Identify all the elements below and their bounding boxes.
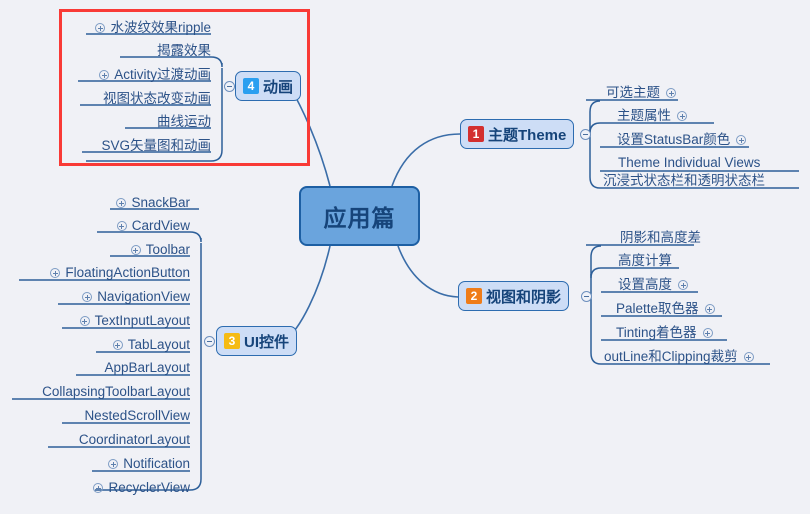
leaf-ui-5[interactable]: TextInputLayout: [79, 310, 190, 332]
branch-label-theme: 主题Theme: [488, 126, 567, 144]
leaf-shadow-4[interactable]: Tinting着色器: [616, 322, 713, 344]
leaf-shadow-2[interactable]: 设置高度: [618, 274, 688, 296]
leaf-label: Palette取色器: [616, 301, 699, 317]
expand-plus-icon[interactable]: [704, 304, 715, 314]
leaf-theme-2[interactable]: 设置StatusBar颜色: [617, 129, 747, 151]
leaf-shadow-1[interactable]: 高度计算: [618, 250, 672, 272]
expand-plus-icon[interactable]: [93, 483, 104, 493]
leaf-theme-0[interactable]: 可选主题: [606, 82, 676, 104]
leaf-label: Notification: [123, 456, 190, 472]
expand-plus-icon[interactable]: [108, 459, 119, 469]
leaf-label: 揭露效果: [157, 43, 211, 59]
leaf-label: AppBarLayout: [104, 360, 190, 376]
toggle-theme[interactable]: [580, 129, 591, 140]
leaf-label: 沉浸式状态栏和透明状态栏: [603, 173, 765, 189]
expand-plus-icon[interactable]: [666, 88, 676, 98]
leaf-label: 曲线运动: [157, 114, 211, 130]
leaf-anim-1[interactable]: 揭露效果: [157, 40, 211, 62]
leaf-anim-4[interactable]: 曲线运动: [157, 111, 211, 133]
branch-node-theme[interactable]: 1 主题Theme: [460, 119, 575, 149]
leaf-ui-3[interactable]: FloatingActionButton: [50, 262, 190, 284]
expand-plus-icon[interactable]: [116, 221, 127, 231]
leaf-ui-2[interactable]: Toolbar: [130, 239, 190, 261]
leaf-label: outLine和Clipping裁剪: [604, 349, 738, 365]
expand-plus-icon[interactable]: [50, 268, 61, 278]
leaf-label: CardView: [131, 218, 190, 234]
toggle-ui-widgets[interactable]: [204, 336, 215, 347]
root-node[interactable]: 应用篇: [299, 186, 420, 246]
root-node-label: 应用篇: [323, 205, 396, 231]
leaf-ui-11[interactable]: Notification: [108, 453, 190, 475]
expand-plus-icon[interactable]: [112, 340, 123, 350]
expand-plus-icon[interactable]: [95, 23, 106, 33]
leaf-label: 设置StatusBar颜色: [617, 132, 731, 148]
leaf-label: Toolbar: [145, 242, 190, 258]
expand-plus-icon[interactable]: [79, 316, 90, 326]
leaf-label: CoordinatorLayout: [78, 432, 190, 448]
expand-plus-icon[interactable]: [678, 280, 688, 290]
expand-plus-icon[interactable]: [116, 198, 127, 208]
expand-plus-icon[interactable]: [99, 70, 110, 80]
leaf-shadow-0[interactable]: 阴影和高度差: [620, 227, 701, 249]
toggle-view-shadow[interactable]: [581, 291, 592, 302]
leaf-label: Activity过渡动画: [114, 67, 211, 83]
leaf-label: NavigationView: [97, 289, 190, 305]
leaf-label: 设置高度: [618, 277, 672, 293]
leaf-anim-2[interactable]: Activity过渡动画: [99, 64, 211, 86]
leaf-label: SnackBar: [131, 195, 190, 211]
branch-node-animation[interactable]: 4 动画: [235, 71, 302, 101]
leaf-label: 水波纹效果ripple: [110, 20, 211, 36]
branch-label-ui-widgets: UI控件: [244, 333, 290, 351]
leaf-ui-12[interactable]: RecyclerView: [93, 477, 190, 499]
leaf-ui-1[interactable]: CardView: [116, 215, 190, 237]
leaf-label: Tinting着色器: [616, 325, 697, 341]
leaf-anim-5[interactable]: SVG矢量图和动画: [101, 135, 211, 157]
branch-label-view-shadow: 视图和阴影: [486, 288, 562, 306]
leaf-shadow-3[interactable]: Palette取色器: [616, 298, 715, 320]
leaf-label: 可选主题: [606, 85, 660, 101]
expand-plus-icon[interactable]: [736, 135, 747, 145]
leaf-label: SVG矢量图和动画: [101, 138, 211, 154]
leaf-label: 主题属性: [617, 108, 671, 124]
leaf-label: Theme Individual Views: [618, 155, 761, 171]
branch-badge-3: 3: [224, 333, 240, 349]
expand-plus-icon[interactable]: [82, 292, 93, 302]
leaf-ui-4[interactable]: NavigationView: [82, 286, 190, 308]
leaf-ui-6[interactable]: TabLayout: [112, 334, 190, 356]
expand-plus-icon[interactable]: [702, 328, 713, 338]
leaf-theme-4[interactable]: 沉浸式状态栏和透明状态栏: [603, 170, 765, 192]
expand-plus-icon[interactable]: [130, 245, 141, 255]
branch-node-ui-widgets[interactable]: 3 UI控件: [216, 326, 298, 356]
leaf-shadow-5[interactable]: outLine和Clipping裁剪: [604, 346, 754, 368]
leaf-label: 高度计算: [618, 253, 672, 269]
leaf-ui-9[interactable]: NestedScrollView: [84, 405, 190, 427]
leaf-ui-7[interactable]: AppBarLayout: [104, 357, 190, 379]
branch-badge-4: 4: [243, 78, 259, 94]
leaf-label: TextInputLayout: [94, 313, 190, 329]
leaf-label: FloatingActionButton: [65, 265, 190, 281]
leaf-label: 视图状态改变动画: [103, 91, 211, 107]
leaf-ui-10[interactable]: CoordinatorLayout: [79, 429, 190, 451]
leaf-theme-1[interactable]: 主题属性: [617, 105, 687, 127]
leaf-label: 阴影和高度差: [620, 230, 701, 246]
leaf-anim-0[interactable]: 水波纹效果ripple: [95, 17, 211, 39]
branch-label-animation: 动画: [263, 78, 294, 96]
branch-badge-1: 1: [468, 126, 484, 142]
leaf-label: RecyclerView: [108, 480, 190, 496]
mindmap-canvas: 应用篇 1 主题Theme 可选主题 主题属性 设置StatusBar颜色 Th…: [0, 0, 810, 514]
leaf-anim-3[interactable]: 视图状态改变动画: [103, 88, 211, 110]
leaf-label: CollapsingToolbarLayout: [42, 384, 190, 400]
branch-node-view-shadow[interactable]: 2 视图和阴影: [458, 281, 570, 311]
leaf-ui-8[interactable]: CollapsingToolbarLayout: [42, 381, 190, 403]
leaf-label: NestedScrollView: [84, 408, 190, 424]
leaf-ui-0[interactable]: SnackBar: [116, 192, 190, 214]
toggle-animation[interactable]: [224, 81, 235, 92]
expand-plus-icon[interactable]: [743, 352, 754, 362]
expand-plus-icon[interactable]: [677, 111, 687, 121]
leaf-label: TabLayout: [127, 337, 190, 353]
branch-badge-2: 2: [466, 288, 482, 304]
